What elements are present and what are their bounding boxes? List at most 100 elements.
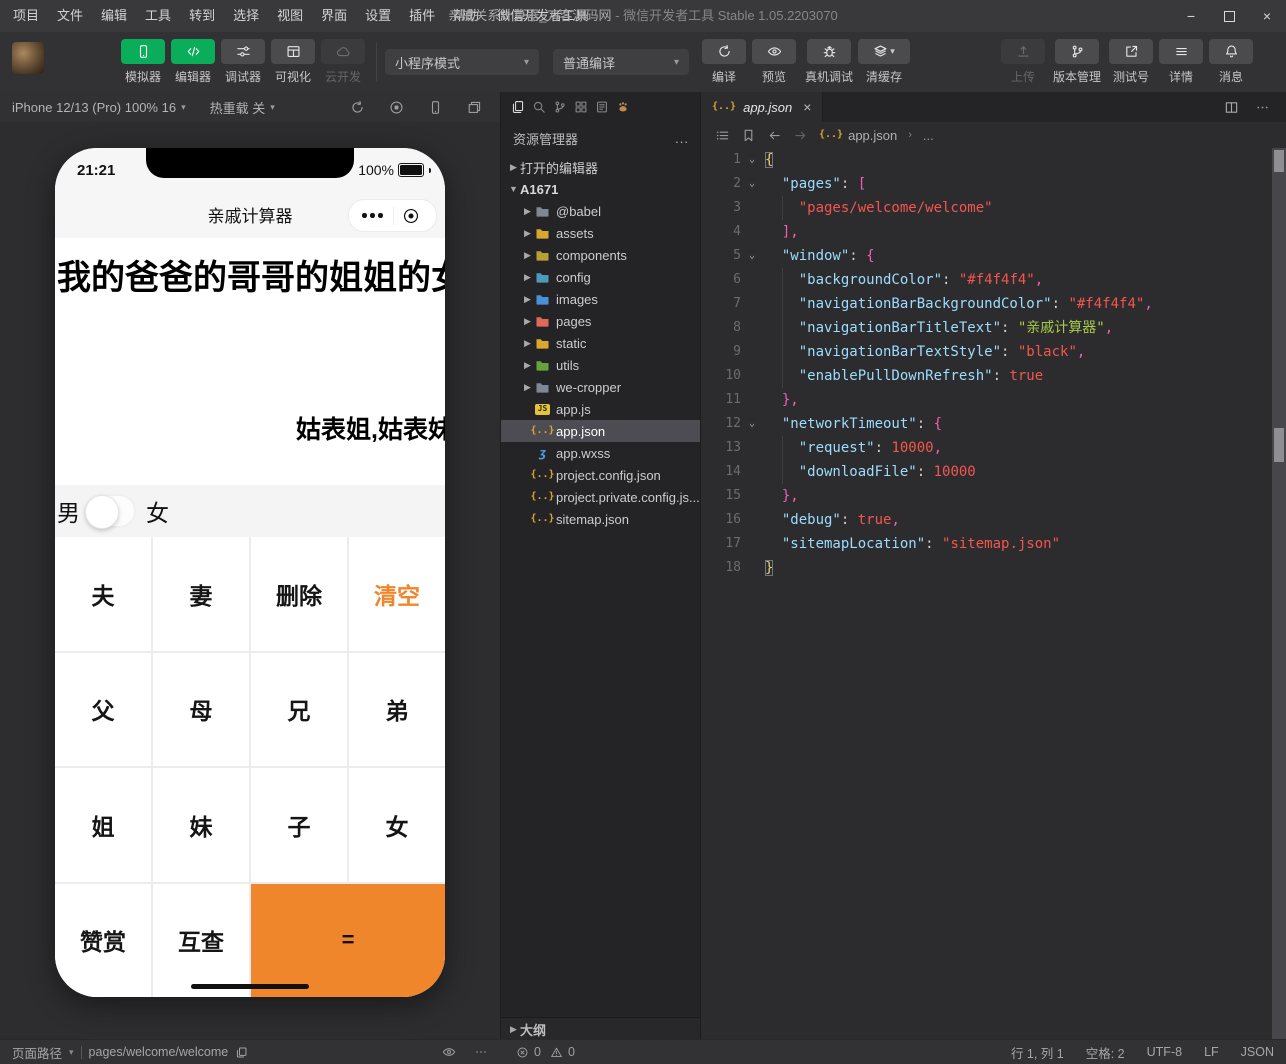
tab-close-icon[interactable]: × [803, 99, 811, 115]
fold-chevron-icon[interactable]: ⌄ [741, 412, 763, 436]
menu-item[interactable]: 转到 [180, 0, 224, 32]
editor-more-icon[interactable] [1255, 100, 1270, 115]
menu-item[interactable]: 界面 [312, 0, 356, 32]
tree-item-A1671[interactable]: ▼A1671 [501, 178, 701, 200]
tree-item-we-cropper[interactable]: ▶we-cropper [501, 376, 701, 398]
keypad-key[interactable]: 父 [55, 653, 151, 767]
navigate-back-icon[interactable] [767, 128, 782, 143]
editor-scrollbar[interactable] [1272, 148, 1286, 1040]
tree-item-app.json[interactable]: {..}app.json [501, 420, 701, 442]
fold-chevron-icon[interactable]: ⌄ [741, 172, 763, 196]
bookmark-icon[interactable] [741, 128, 756, 143]
indentation[interactable]: 空格: 2 [1086, 1043, 1125, 1062]
cursor-position[interactable]: 行 1, 列 1 [1011, 1043, 1064, 1062]
code-line-7[interactable]: 7 "navigationBarBackgroundColor": "#f4f4… [701, 292, 1272, 316]
code-line-12[interactable]: 12⌄ "networkTimeout": { [701, 412, 1272, 436]
toolbar-button[interactable]: ▾清缓存 [860, 39, 908, 85]
tree-item-pages[interactable]: ▶pages [501, 310, 701, 332]
toolbar-button[interactable]: 详情 [1157, 39, 1205, 85]
toolbar-button[interactable]: 消息 [1207, 39, 1255, 85]
toolbar-button[interactable]: 预览 [750, 39, 798, 85]
paw-icon[interactable] [616, 100, 630, 114]
keypad-key[interactable]: 清空 [349, 537, 445, 651]
code-line-18[interactable]: 18} [701, 556, 1272, 580]
tree-item-@babel[interactable]: ▶@babel [501, 200, 701, 222]
code-line-14[interactable]: 14 "downloadFile": 10000 [701, 460, 1272, 484]
tree-item-assets[interactable]: ▶assets [501, 222, 701, 244]
problems-indicator[interactable]: 0 0 [516, 1040, 575, 1064]
menu-item[interactable]: 插件 [400, 0, 444, 32]
page-path-label[interactable]: 页面路径 [12, 1043, 62, 1062]
toolbar-button[interactable]: 可视化 [269, 39, 317, 85]
menu-item[interactable]: 项目 [4, 0, 48, 32]
navigate-forward-icon[interactable] [793, 128, 808, 143]
keypad-key[interactable]: 夫 [55, 537, 151, 651]
toolbar-button[interactable]: 调试器 [219, 39, 267, 85]
keypad-key[interactable]: 女 [349, 768, 445, 882]
gender-toggle[interactable] [84, 494, 136, 528]
keypad-key[interactable]: 弟 [349, 653, 445, 767]
code-line-3[interactable]: 3 "pages/welcome/welcome" [701, 196, 1272, 220]
phone-simulator[interactable]: 21:21 100% 亲戚计算器 我的爸爸的哥哥的姐姐的女儿 姑表姐,姑表妹 男… [55, 148, 445, 997]
explorer-more-button[interactable]: ... [675, 131, 689, 146]
eol-type[interactable]: LF [1204, 1045, 1219, 1059]
tree-item-[interactable]: ▶打开的编辑器 [501, 156, 701, 178]
close-button[interactable]: × [1248, 0, 1286, 32]
minimize-button[interactable]: − [1172, 0, 1210, 32]
keypad-key[interactable]: 兄 [251, 653, 347, 767]
eye-icon[interactable] [442, 1045, 456, 1059]
breadcrumb-more[interactable]: ... [923, 128, 934, 143]
toolbar-button[interactable]: 测试号 [1107, 39, 1155, 85]
tree-item-config[interactable]: ▶config [501, 266, 701, 288]
more-dots-icon[interactable] [474, 1045, 488, 1059]
tab-app-json[interactable]: {..} app.json × [701, 92, 823, 122]
keypad-key[interactable]: 互查 [153, 884, 249, 998]
toolbar-button[interactable]: 上传 [999, 39, 1047, 85]
scrollbar-thumb[interactable] [1274, 150, 1284, 172]
code-line-16[interactable]: 16 "debug": true, [701, 508, 1272, 532]
outline-list-icon[interactable] [715, 128, 730, 143]
winstack-icon[interactable] [467, 100, 482, 115]
menu-item[interactable]: 工具 [136, 0, 180, 32]
code-area[interactable]: 1⌄{2⌄ "pages": [3 "pages/welcome/welcome… [701, 148, 1272, 1040]
menu-item[interactable]: 选择 [224, 0, 268, 32]
program-mode-select[interactable]: 小程序模式▾ [385, 49, 539, 75]
menu-item[interactable]: 视图 [268, 0, 312, 32]
more-menu-button[interactable] [362, 213, 383, 218]
code-line-9[interactable]: 9 "navigationBarTextStyle": "black", [701, 340, 1272, 364]
toolbar-button[interactable]: 模拟器 [119, 39, 167, 85]
keypad-key[interactable]: 妻 [153, 537, 249, 651]
encoding[interactable]: UTF-8 [1147, 1045, 1182, 1059]
tree-item-app.wxss[interactable]: ʒapp.wxss [501, 442, 701, 464]
compile-mode-select[interactable]: 普通编译▾ [553, 49, 689, 75]
code-line-4[interactable]: 4 ], [701, 220, 1272, 244]
breadcrumb-file[interactable]: {..} app.json [819, 128, 897, 143]
toolbar-button[interactable]: 真机调试 [800, 39, 858, 85]
code-line-11[interactable]: 11 }, [701, 388, 1272, 412]
language-mode[interactable]: JSON [1241, 1045, 1274, 1059]
branch-icon[interactable] [553, 100, 567, 114]
toolbar-button[interactable]: 云开发 [319, 39, 367, 85]
tree-item-components[interactable]: ▶components [501, 244, 701, 266]
keypad-key[interactable]: 姐 [55, 768, 151, 882]
code-line-1[interactable]: 1⌄{ [701, 148, 1272, 172]
maximize-button[interactable] [1210, 0, 1248, 32]
grid-icon[interactable] [574, 100, 588, 114]
menu-item[interactable]: 设置 [356, 0, 400, 32]
outline-section[interactable]: ▶大纲 [501, 1017, 701, 1040]
code-line-8[interactable]: 8 "navigationBarTitleText": "亲戚计算器", [701, 316, 1272, 340]
fold-chevron-icon[interactable]: ⌄ [741, 148, 763, 172]
tree-item-project.config.json[interactable]: {..}project.config.json [501, 464, 701, 486]
hot-reload-toggle[interactable]: 热重载 关▾ [198, 98, 287, 117]
keypad-key[interactable]: 赞赏 [55, 884, 151, 998]
code-line-5[interactable]: 5⌄ "window": { [701, 244, 1272, 268]
tree-item-utils[interactable]: ▶utils [501, 354, 701, 376]
user-avatar[interactable] [12, 42, 44, 74]
toolbar-button[interactable]: 编译 [700, 39, 748, 85]
refresh-icon[interactable] [350, 100, 365, 115]
tree-item-app.js[interactable]: JSapp.js [501, 398, 701, 420]
close-miniprogram-button[interactable] [402, 207, 420, 225]
code-line-2[interactable]: 2⌄ "pages": [ [701, 172, 1272, 196]
files-icon[interactable] [511, 100, 525, 114]
tree-item-images[interactable]: ▶images [501, 288, 701, 310]
